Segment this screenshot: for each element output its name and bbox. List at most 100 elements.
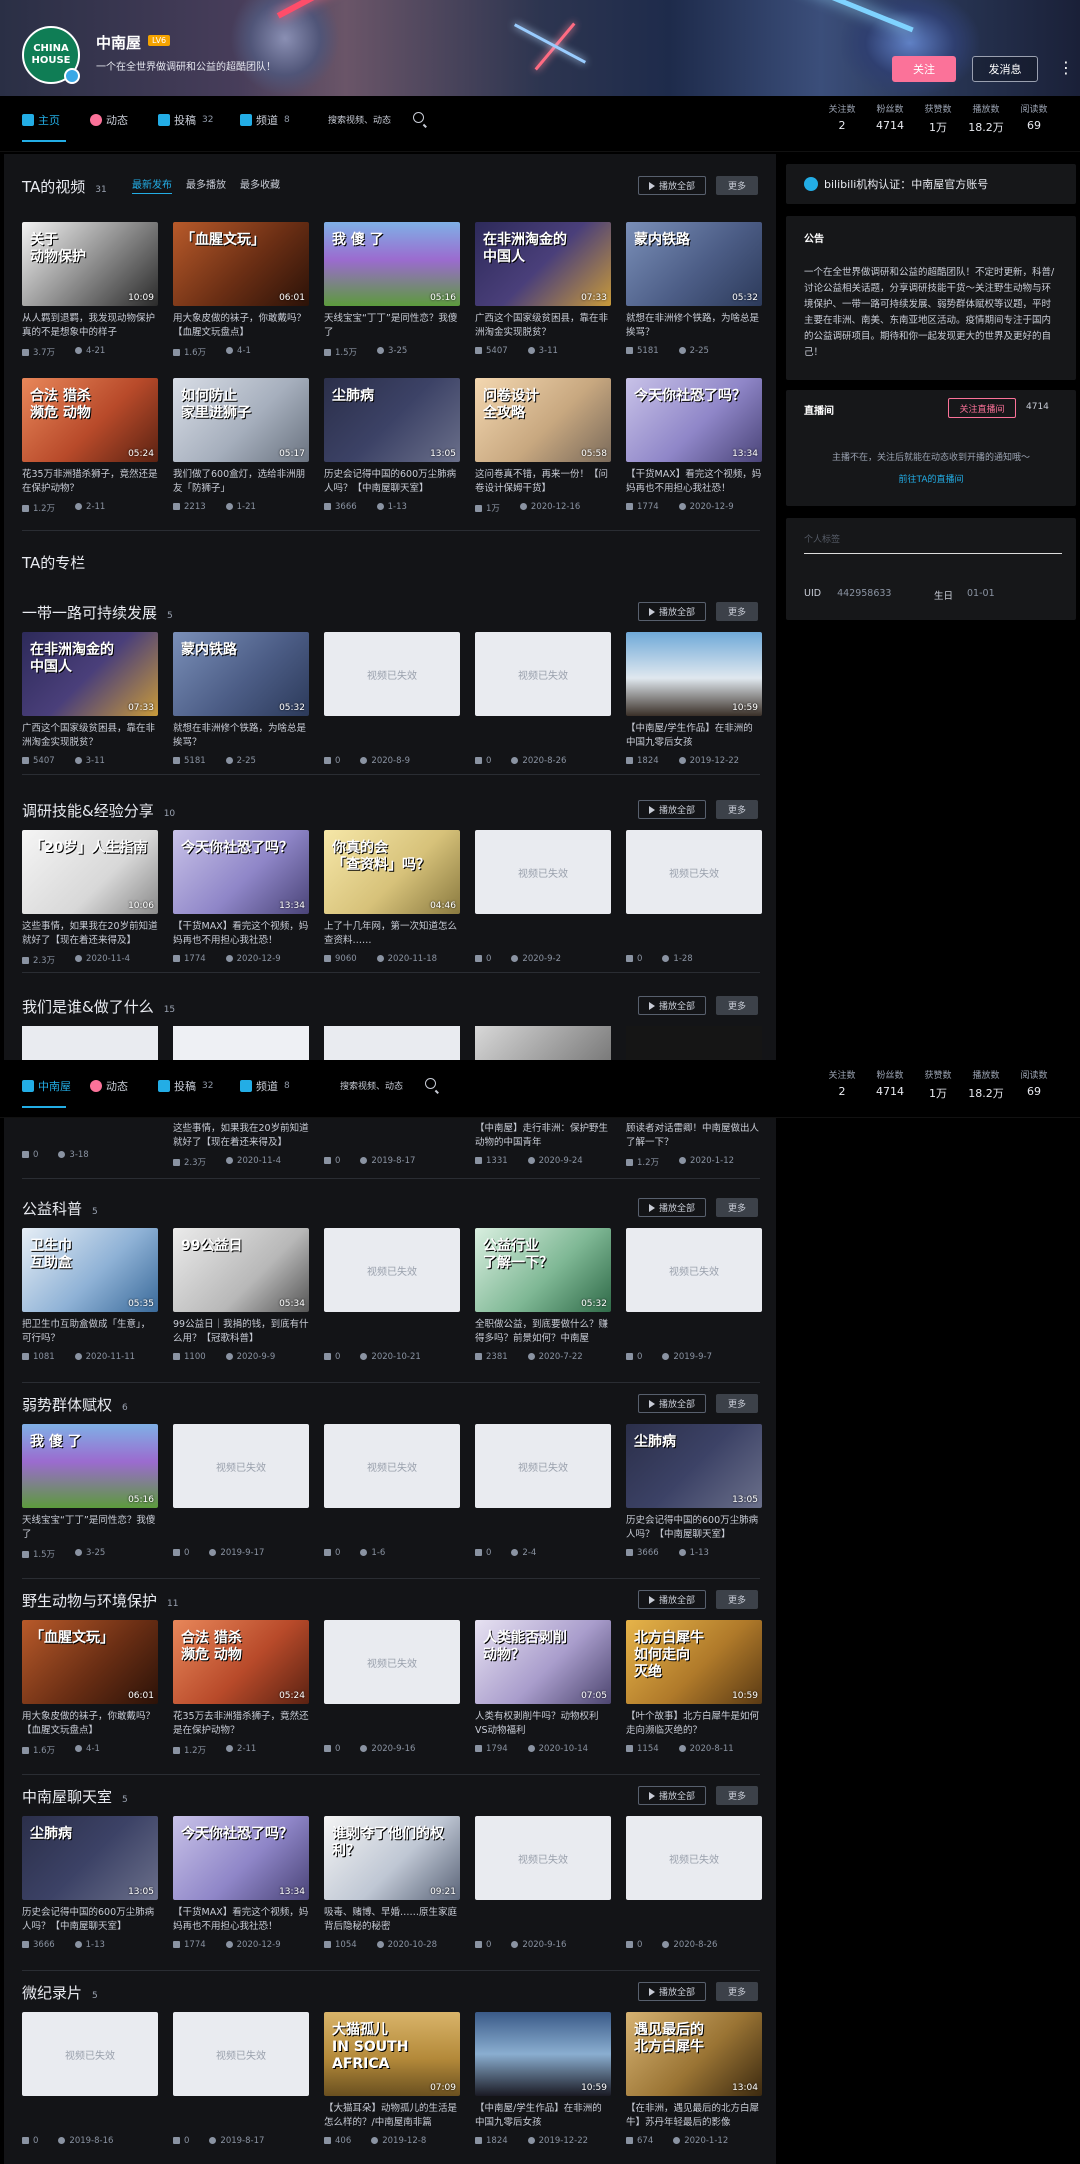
- video-title[interactable]: [324, 1318, 460, 1346]
- stat-1[interactable]: 粉丝数 4714: [866, 1068, 914, 1098]
- video-thumbnail-invalid[interactable]: 视频已失效: [324, 632, 460, 716]
- video-thumbnail[interactable]: 如何防止 家里进狮子 05:17: [173, 378, 309, 462]
- video-card[interactable]: 我 傻 了 05:16 天线宝宝“丁丁”是同性恋？我傻了 1.5万 3-25: [22, 1424, 158, 1560]
- more-button[interactable]: 更多: [716, 1786, 758, 1805]
- video-title[interactable]: [324, 1514, 460, 1542]
- video-title[interactable]: 天线宝宝“丁丁”是同性恋？我傻了: [324, 312, 460, 340]
- video-thumbnail[interactable]: 尘肺病 13:05: [626, 1424, 762, 1508]
- video-title[interactable]: [475, 722, 611, 750]
- collection-name[interactable]: 微纪录片: [22, 1982, 82, 2003]
- video-thumbnail[interactable]: 卫生巾 互助盒 05:35: [22, 1228, 158, 1312]
- collection-name[interactable]: 中南屋聊天室: [22, 1786, 112, 1807]
- video-thumbnail-invalid[interactable]: 视频已失效: [475, 632, 611, 716]
- video-card[interactable]: 99公益日 05:34 99公益日｜我捐的钱，到底有什么用？【冠歌科普】 1100 20…: [173, 1228, 309, 1362]
- collection-name[interactable]: 公益科普: [22, 1198, 82, 1219]
- video-thumbnail-invalid[interactable]: 视频已失效: [22, 2012, 158, 2096]
- video-thumbnail[interactable]: 你真的会 「查资料」吗？ 04:46: [324, 830, 460, 914]
- video-card[interactable]: 我 傻 了 05:16 天线宝宝“丁丁”是同性恋？我傻了 1.5万 3-25: [324, 222, 460, 358]
- video-title[interactable]: 这些事情，如果我在20岁前知道就好了【现在着还来得及】: [22, 920, 158, 948]
- nav-tab-0[interactable]: 主页: [22, 112, 60, 128]
- play-all-button[interactable]: 播放全部: [638, 1786, 706, 1805]
- video-title[interactable]: 用大象皮做的袜子，你敢戴吗？【血腥文玩盘点】: [173, 312, 309, 340]
- video-title[interactable]: 从人羁到退羁，我发现动物保护真的不是想象中的样子: [22, 312, 158, 340]
- video-title[interactable]: 【中南屋/学生作品】在非洲的中国九零后女孩: [626, 722, 762, 750]
- video-thumbnail-invalid[interactable]: 视频已失效: [475, 1816, 611, 1900]
- video-card[interactable]: 视频已失效 0 1-6: [324, 1424, 460, 1558]
- video-title[interactable]: [475, 1906, 611, 1934]
- video-card[interactable]: 今天你社恐了吗？ 13:34 【干货MAX】看完这个视频，妈妈再也不用担心我社恐！ 1…: [626, 378, 762, 512]
- video-title[interactable]: 把卫生巾互助盒做成「生意」，可行吗？: [22, 1318, 158, 1346]
- video-thumbnail-invalid[interactable]: 视频已失效: [626, 1228, 762, 1312]
- nav-tab-3[interactable]: 频道 8: [240, 1078, 290, 1094]
- video-card[interactable]: 蒙内铁路 05:32 就想在非洲修个铁路，为啥总是挨骂？ 5181 2-25: [173, 632, 309, 766]
- video-card[interactable]: 谁剥夺了他们的权利？ 09:21 吸毒、赌博、早婚……原生家庭背后隐秘的秘密 1054…: [324, 1816, 460, 1950]
- video-card[interactable]: 尘肺病 13:05 历史会记得中国的600万尘肺病人吗？【中南屋聊天室】 3666 1-…: [324, 378, 460, 512]
- video-thumbnail-partial[interactable]: [324, 1026, 460, 1060]
- video-title[interactable]: 【叶个故事】北方白犀牛是如何走向濒临灭绝的？: [626, 1710, 762, 1738]
- video-card[interactable]: 你真的会 「查资料」吗？ 04:46 上了十几年网，第一次知道怎么查资料…… 9060…: [324, 830, 460, 964]
- video-card[interactable]: 尘肺病 13:05 历史会记得中国的600万尘肺病人吗？【中南屋聊天室】 3666 1-…: [626, 1424, 762, 1558]
- video-title[interactable]: [324, 722, 460, 750]
- video-title[interactable]: 人类有权剥削牛吗？动物权利VS动物福利: [475, 1710, 611, 1738]
- video-thumbnail[interactable]: 关于 动物保护 10:09: [22, 222, 158, 306]
- live-follow-button[interactable]: 关注直播间: [948, 398, 1016, 418]
- video-card[interactable]: 视频已失效 0 2-4: [475, 1424, 611, 1558]
- video-card-partial[interactable]: 【中南屋】走行非洲：保护野生动物的中国青年 1331 2020-9-24: [475, 1118, 611, 1166]
- video-thumbnail[interactable]: 我 傻 了 05:16: [22, 1424, 158, 1508]
- stat-1[interactable]: 粉丝数 4714: [866, 102, 914, 132]
- video-card[interactable]: 人类能否剥削 动物？ 07:05 人类有权剥削牛吗？动物权利VS动物福利 1794 20…: [475, 1620, 611, 1754]
- video-title[interactable]: 【在非洲，遇见最后的北方白犀牛】苏丹年轻最后的影像: [626, 2102, 762, 2130]
- nav-tab-2[interactable]: 投稿 32: [158, 1078, 213, 1094]
- video-card[interactable]: 卫生巾 互助盒 05:35 把卫生巾互助盒做成「生意」，可行吗？ 1081 2020-1…: [22, 1228, 158, 1362]
- video-title[interactable]: [173, 1514, 309, 1542]
- video-card[interactable]: 视频已失效 0 2020-8-9: [324, 632, 460, 766]
- video-card[interactable]: 关于 动物保护 10:09 从人羁到退羁，我发现动物保护真的不是想象中的样子 3.7万…: [22, 222, 158, 358]
- stat-4[interactable]: 阅读数 69: [1010, 1068, 1058, 1098]
- video-thumbnail[interactable]: 合法 猎杀 濒危 动物 05:24: [22, 378, 158, 462]
- collection-name[interactable]: 一带一路可持续发展: [22, 602, 157, 623]
- stat-3[interactable]: 播放数 18.2万: [962, 1068, 1010, 1101]
- video-card[interactable]: 视频已失效 0 2020-8-26: [475, 632, 611, 766]
- video-title[interactable]: 全职做公益，到底要做什么？赚得多吗？前景如何？中南屋: [475, 1318, 611, 1346]
- sort-tab-1[interactable]: 最多播放: [186, 176, 226, 194]
- stat-0[interactable]: 关注数 2: [818, 1068, 866, 1098]
- video-title[interactable]: 用大象皮做的袜子，你敢戴吗？【血腥文玩盘点】: [22, 1710, 158, 1738]
- video-thumbnail[interactable]: 人类能否剥削 动物？ 07:05: [475, 1620, 611, 1704]
- nav-tab-1[interactable]: 动态: [90, 1078, 128, 1094]
- video-title[interactable]: [22, 2102, 158, 2130]
- video-title[interactable]: 【大猫耳朵】动物孤儿的生活是怎么样的？/中南屋南非篇: [324, 2102, 460, 2130]
- video-thumbnail[interactable]: 蒙内铁路 05:32: [626, 222, 762, 306]
- live-room-link[interactable]: 前往TA的直播间: [786, 472, 1076, 485]
- video-thumbnail[interactable]: 10:59: [475, 2012, 611, 2096]
- video-title[interactable]: 就想在非洲修个铁路，为啥总是挨骂？: [626, 312, 762, 340]
- collection-name[interactable]: 野生动物与环境保护: [22, 1590, 157, 1611]
- video-card[interactable]: 视频已失效 0 2020-10-21: [324, 1228, 460, 1362]
- video-card[interactable]: 视频已失效 0 1-28: [626, 830, 762, 964]
- video-card[interactable]: 遇见最后的 北方白犀牛 13:04 【在非洲，遇见最后的北方白犀牛】苏丹年轻最后的影…: [626, 2012, 762, 2146]
- more-button[interactable]: 更多: [716, 1590, 758, 1609]
- video-title[interactable]: 【干货MAX】看完这个视频，妈妈再也不用担心我社恐！: [173, 920, 309, 948]
- video-title[interactable]: 这问卷真不错，再来一份！【问卷设计保姆干货】: [475, 468, 611, 496]
- video-thumbnail[interactable]: 在非洲淘金的 中国人 07:33: [22, 632, 158, 716]
- video-title[interactable]: 历史会记得中国的600万尘肺病人吗？【中南屋聊天室】: [324, 468, 460, 496]
- collection-name[interactable]: 我们是谁&做了什么: [22, 996, 154, 1017]
- video-thumbnail[interactable]: 今天你社恐了吗？ 13:34: [173, 1816, 309, 1900]
- video-thumbnail[interactable]: 遇见最后的 北方白犀牛 13:04: [626, 2012, 762, 2096]
- video-card[interactable]: 视频已失效 0 2020-9-16: [475, 1816, 611, 1950]
- video-card[interactable]: 「血腥文玩」 06:01 用大象皮做的袜子，你敢戴吗？【血腥文玩盘点】 1.6万 4-1: [173, 222, 309, 358]
- video-thumbnail[interactable]: 在非洲淘金的 中国人 07:33: [475, 222, 611, 306]
- video-thumbnail[interactable]: 「血腥文玩」 06:01: [173, 222, 309, 306]
- search-input[interactable]: 搜索视频、动态: [334, 1074, 442, 1096]
- play-all-button[interactable]: 播放全部: [638, 1590, 706, 1609]
- video-title[interactable]: 【中南屋】走行非洲：保护野生动物的中国青年: [475, 1122, 611, 1150]
- video-thumbnail[interactable]: 今天你社恐了吗？ 13:34: [626, 378, 762, 462]
- video-card[interactable]: 视频已失效 0 2020-9-2: [475, 830, 611, 964]
- video-title[interactable]: [324, 1710, 460, 1738]
- avatar[interactable]: CHINA HOUSE: [22, 26, 80, 84]
- stat-2[interactable]: 获赞数 1万: [914, 102, 962, 135]
- video-thumbnail-partial[interactable]: [626, 1026, 762, 1060]
- video-title[interactable]: 历史会记得中国的600万尘肺病人吗？【中南屋聊天室】: [626, 1514, 762, 1542]
- video-thumbnail-invalid[interactable]: 视频已失效: [626, 830, 762, 914]
- video-thumbnail-partial[interactable]: [475, 1026, 611, 1060]
- video-thumbnail-partial[interactable]: [22, 1026, 158, 1060]
